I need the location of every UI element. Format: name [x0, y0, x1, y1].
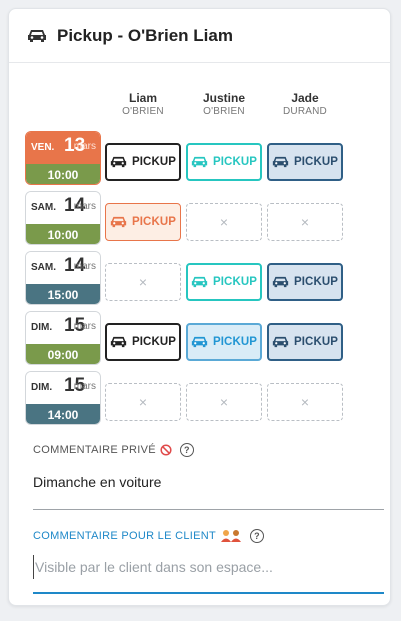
column-header: Justine O'BRIEN	[186, 91, 262, 119]
car-icon	[272, 276, 289, 288]
slot-day: DIM.	[31, 322, 53, 333]
car-icon	[191, 276, 208, 288]
pickup-button[interactable]: PICKUP	[186, 323, 262, 361]
column-header: Liam O'BRIEN	[105, 91, 181, 119]
date-slot-header: DIM. 15 mars	[26, 312, 100, 344]
pickup-button[interactable]: PICKUP	[186, 263, 262, 301]
date-slot[interactable]: SAM. 14 mars 10:00	[25, 191, 101, 245]
pickup-button[interactable]: PICKUP	[105, 323, 181, 361]
pickup-label: PICKUP	[131, 336, 177, 348]
slot-day: VEN.	[31, 142, 55, 153]
pickup-label: PICKUP	[212, 156, 258, 168]
slot-day: SAM.	[31, 202, 56, 213]
slot-month: mars	[73, 201, 96, 212]
no-entry-icon	[160, 444, 172, 456]
pickup-label: PICKUP	[293, 156, 339, 168]
date-slot[interactable]: DIM. 15 mars 09:00	[25, 311, 101, 365]
column-first-name: Liam	[128, 91, 157, 105]
car-icon	[191, 336, 208, 348]
client-comment-help-icon[interactable]: ?	[250, 529, 265, 543]
empty-slot-cell[interactable]: ×	[186, 383, 262, 421]
private-comment-label-text: COMMENTAIRE PRIVÉ	[33, 444, 156, 456]
people-icon	[221, 530, 242, 542]
pickup-button[interactable]: PICKUP	[267, 323, 343, 361]
column-first-name: Justine	[202, 91, 245, 105]
car-icon	[272, 156, 289, 168]
private-comment-help-icon[interactable]: ?	[179, 443, 194, 457]
pickup-label: PICKUP	[131, 156, 177, 168]
empty-mark: ×	[138, 274, 148, 290]
pickup-card: Pickup - O'Brien Liam Liam O'BRIEN Justine…	[8, 8, 391, 606]
date-slot-header: VEN. 13 mars	[26, 132, 100, 164]
empty-slot-cell[interactable]: ×	[105, 263, 181, 301]
slot-month: mars	[73, 381, 96, 392]
empty-mark: ×	[300, 394, 310, 410]
client-comment-label: COMMENTAIRE POUR LE CLIENT ?	[33, 529, 265, 543]
pickup-button[interactable]: PICKUP	[186, 143, 262, 181]
column-first-name: Jade	[291, 91, 319, 105]
private-comment-label: COMMENTAIRE PRIVÉ ?	[33, 443, 194, 457]
car-icon	[110, 156, 127, 168]
pickup-label: PICKUP	[293, 276, 339, 288]
slot-day: SAM.	[31, 262, 56, 273]
slot-month: mars	[73, 261, 96, 272]
date-slot[interactable]: VEN. 13 mars 10:00	[25, 131, 101, 185]
private-comment-underline	[33, 509, 384, 510]
private-comment-value[interactable]: Dimanche en voiture	[33, 474, 161, 490]
empty-mark: ×	[300, 214, 310, 230]
date-slot-header: SAM. 14 mars	[26, 252, 100, 284]
column-header: Jade DURAND	[267, 91, 343, 119]
empty-slot-cell[interactable]: ×	[186, 203, 262, 241]
column-last-name: DURAND	[283, 106, 327, 117]
page-title: Pickup - O'Brien Liam	[57, 25, 233, 45]
date-slot[interactable]: SAM. 14 mars 15:00	[25, 251, 101, 305]
pickup-button[interactable]: PICKUP	[267, 263, 343, 301]
slot-month: mars	[73, 141, 96, 152]
empty-mark: ×	[219, 214, 229, 230]
slot-time: 15:00	[26, 284, 100, 304]
client-comment-underline	[33, 592, 384, 594]
column-last-name: O'BRIEN	[203, 106, 245, 117]
car-icon	[110, 216, 127, 228]
car-icon	[272, 336, 289, 348]
car-icon	[28, 29, 46, 42]
pickup-label: PICKUP	[131, 216, 177, 228]
slot-time: 09:00	[26, 344, 100, 364]
car-icon	[191, 156, 208, 168]
slot-day: DIM.	[31, 382, 53, 393]
slot-time: 14:00	[26, 404, 100, 424]
client-comment-label-text: COMMENTAIRE POUR LE CLIENT	[33, 530, 217, 542]
card-header: Pickup - O'Brien Liam	[9, 9, 390, 63]
empty-mark: ×	[138, 394, 148, 410]
slot-time: 10:00	[26, 224, 100, 244]
pickup-button[interactable]: PICKUP	[105, 203, 181, 241]
pickup-button[interactable]: PICKUP	[267, 143, 343, 181]
pickup-label: PICKUP	[212, 276, 258, 288]
client-comment-input[interactable]	[33, 555, 378, 579]
slot-time: 10:00	[26, 164, 100, 184]
empty-slot-cell[interactable]: ×	[267, 383, 343, 421]
date-slot-header: DIM. 15 mars	[26, 372, 100, 404]
pickup-label: PICKUP	[293, 336, 339, 348]
pickup-button[interactable]: PICKUP	[105, 143, 181, 181]
empty-slot-cell[interactable]: ×	[267, 203, 343, 241]
pickup-label: PICKUP	[212, 336, 258, 348]
slot-month: mars	[73, 321, 96, 332]
empty-mark: ×	[219, 394, 229, 410]
column-last-name: O'BRIEN	[122, 106, 164, 117]
empty-slot-cell[interactable]: ×	[105, 383, 181, 421]
car-icon	[110, 336, 127, 348]
date-slot[interactable]: DIM. 15 mars 14:00	[25, 371, 101, 425]
date-slot-header: SAM. 14 mars	[26, 192, 100, 224]
